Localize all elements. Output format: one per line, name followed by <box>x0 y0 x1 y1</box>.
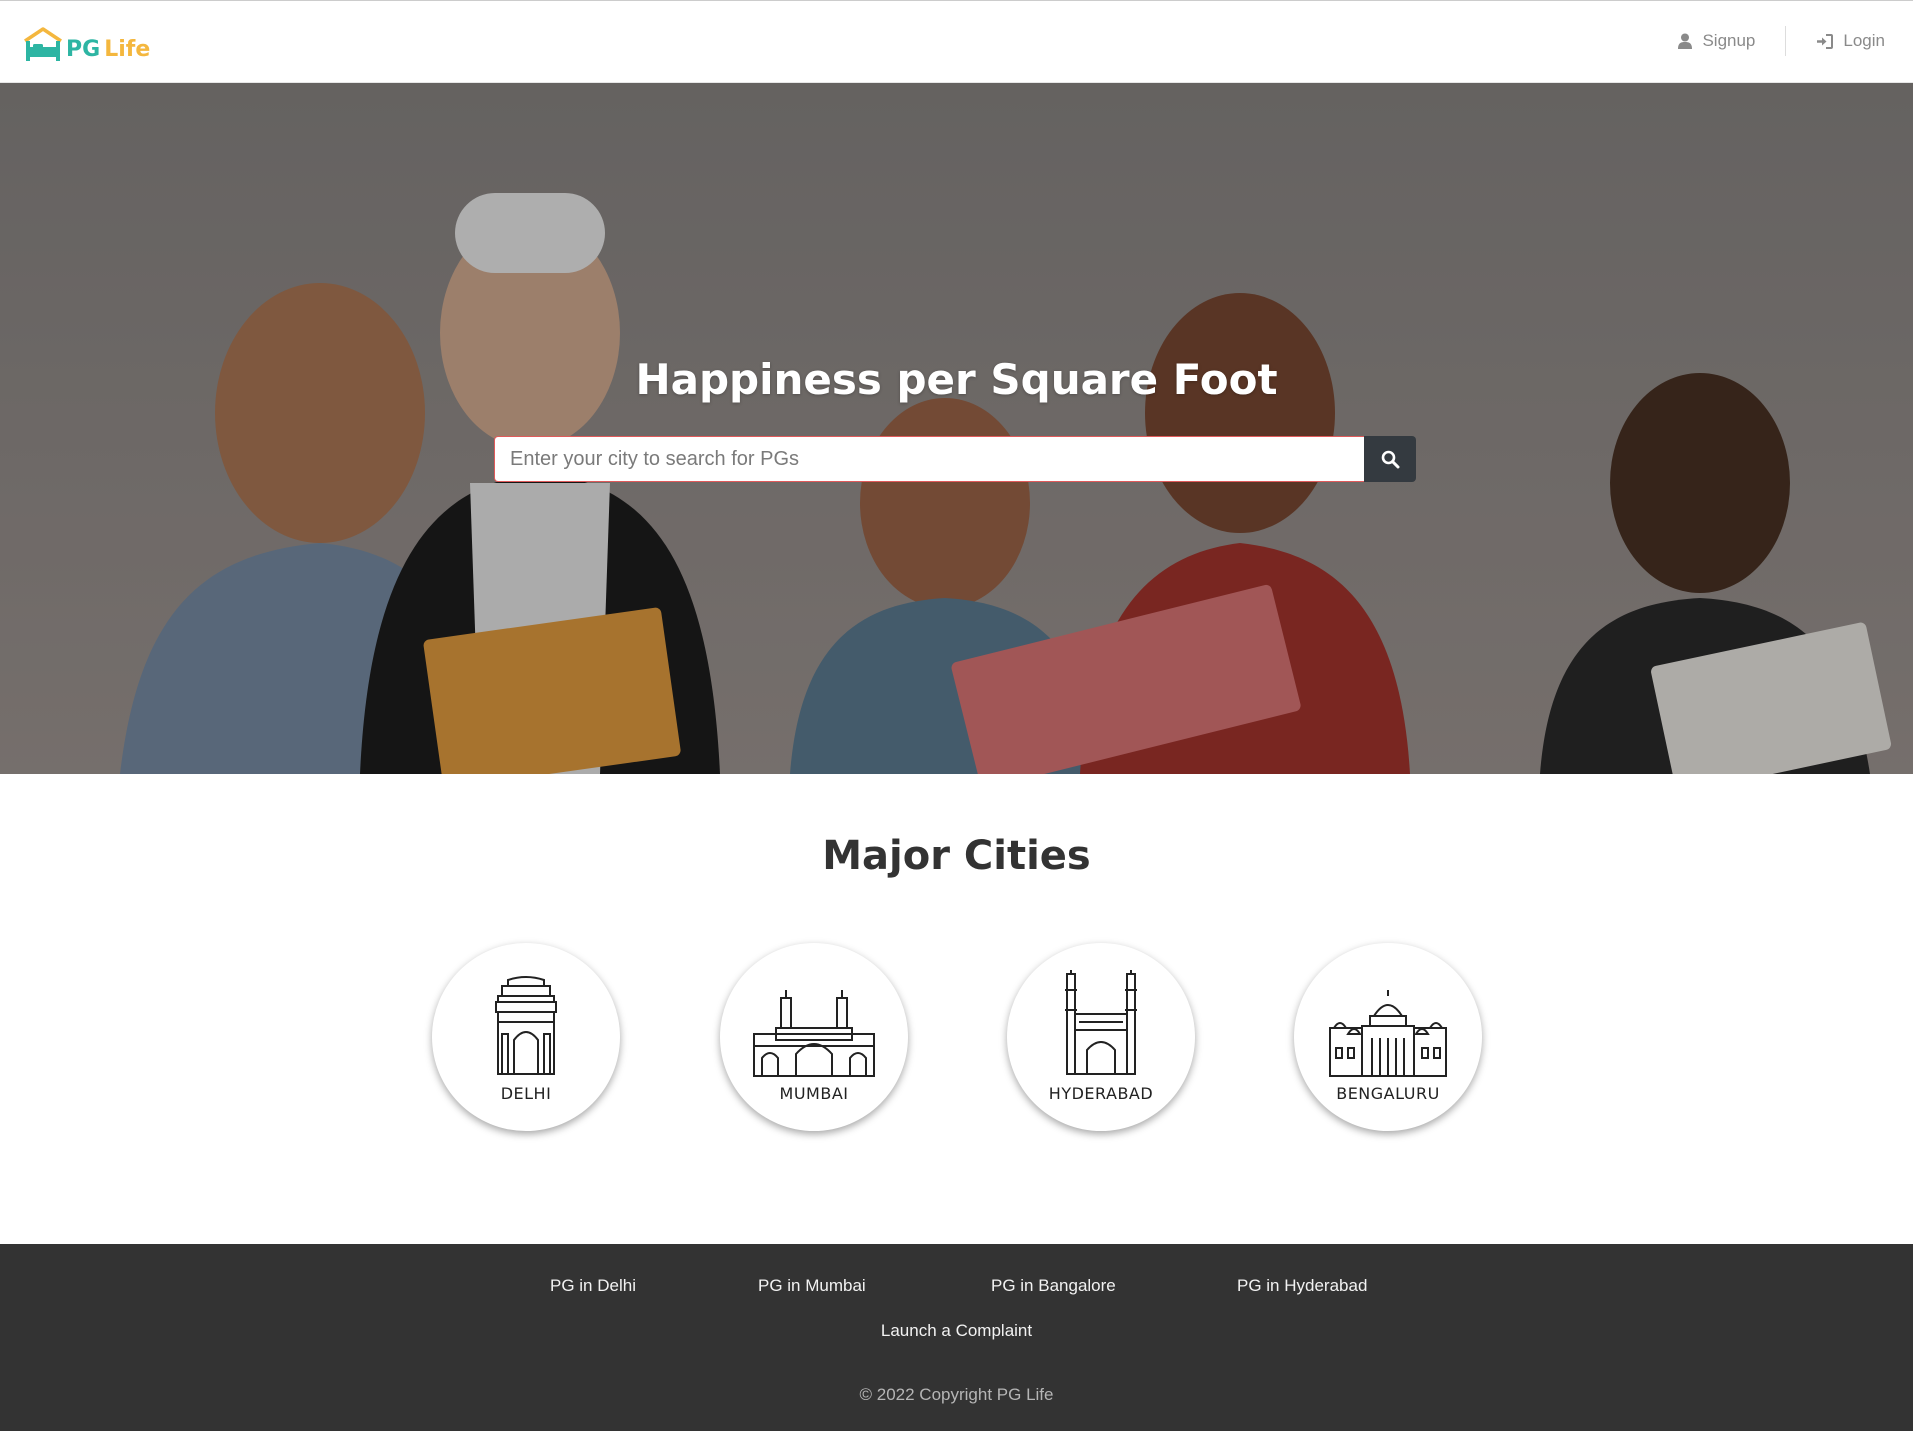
hero-banner: Happiness per Square Foot <box>0 83 1913 774</box>
footer-copyright: © 2022 Copyright PG Life <box>859 1385 1054 1404</box>
signup-link[interactable]: Signup <box>1678 31 1755 51</box>
footer-link-pg-mumbai[interactable]: PG in Mumbai <box>758 1276 866 1296</box>
city-card-delhi[interactable]: DELHI <box>432 943 620 1131</box>
brand-logo[interactable]: PG Life <box>22 23 150 63</box>
navbar: PG Life Signup Login <box>0 1 1913 83</box>
gateway-of-india-icon <box>753 990 875 1077</box>
login-label: Login <box>1843 31 1885 50</box>
vidhana-soudha-icon <box>1329 990 1447 1077</box>
footer-link-pg-hyderabad[interactable]: PG in Hyderabad <box>1237 1276 1367 1296</box>
city-search-form <box>494 436 1416 482</box>
charminar-icon <box>1065 970 1137 1075</box>
city-label-hyderabad: HYDERABAD <box>1048 1084 1154 1103</box>
city-card-bengaluru[interactable]: BENGALURU <box>1294 943 1482 1131</box>
user-icon <box>1678 33 1693 49</box>
launch-complaint-link[interactable]: Launch a Complaint <box>881 1321 1032 1340</box>
search-button[interactable] <box>1364 436 1416 482</box>
signup-label: Signup <box>1702 31 1756 50</box>
footer-link-pg-delhi[interactable]: PG in Delhi <box>550 1276 636 1296</box>
search-icon <box>1381 450 1399 468</box>
nav-divider <box>1785 26 1787 56</box>
nav-links: Signup Login <box>1678 21 1885 61</box>
page: PG Life Signup Login Happiness per Squar… <box>0 0 1913 1431</box>
footer: PG in Delhi PG in Mumbai PG in Bangalore… <box>0 1244 1913 1431</box>
city-card-hyderabad[interactable]: HYDERABAD <box>1007 943 1195 1131</box>
sign-in-icon <box>1817 33 1834 49</box>
city-card-mumbai[interactable]: MUMBAI <box>720 943 908 1131</box>
brand-life-text: Life <box>104 37 151 62</box>
house-bed-icon <box>24 27 62 61</box>
hero-overlay <box>0 83 1913 774</box>
city-label-bengaluru: BENGALURU <box>1336 1084 1440 1103</box>
brand-pg-text: PG <box>66 37 101 62</box>
major-cities-title: Major Cities <box>822 833 1091 879</box>
footer-complaint-row: Launch a Complaint <box>0 1321 1913 1341</box>
city-label-mumbai: MUMBAI <box>779 1084 849 1103</box>
login-link[interactable]: Login <box>1816 31 1885 51</box>
hero-title: Happiness per Square Foot <box>635 355 1278 404</box>
city-search-input[interactable] <box>494 436 1364 482</box>
footer-link-pg-bangalore[interactable]: PG in Bangalore <box>991 1276 1116 1296</box>
india-gate-icon <box>495 976 557 1075</box>
city-label-delhi: DELHI <box>500 1084 552 1103</box>
